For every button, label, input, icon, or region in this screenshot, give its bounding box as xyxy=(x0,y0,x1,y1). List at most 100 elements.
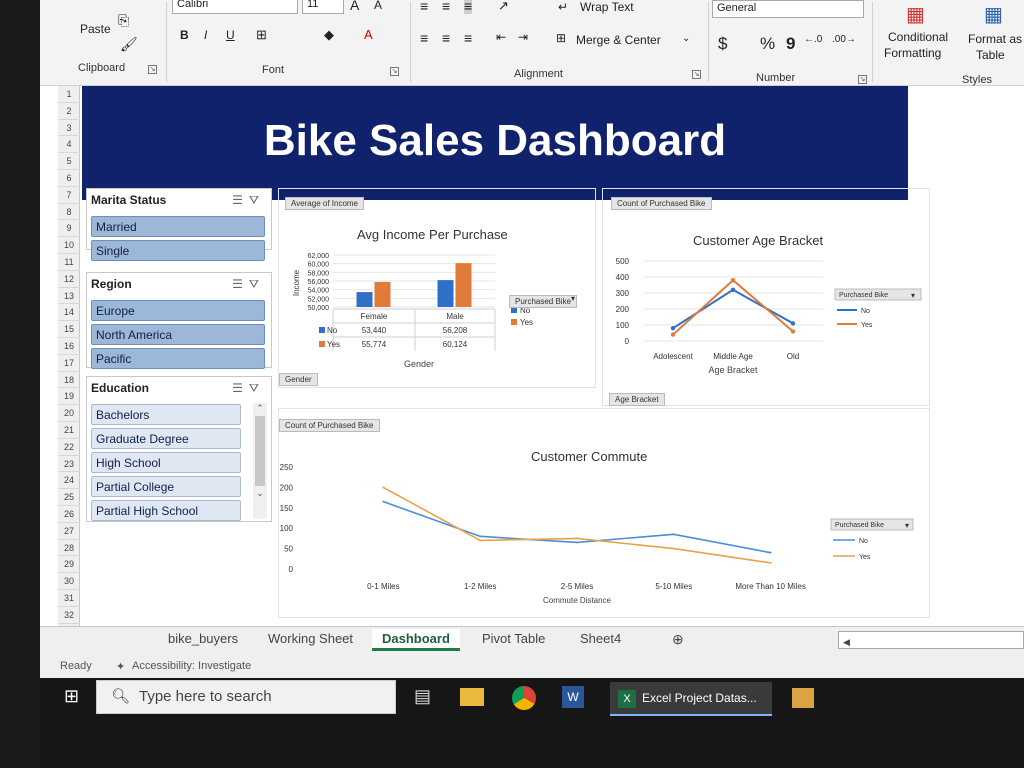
word-icon[interactable]: W xyxy=(562,686,584,708)
copy-icon[interactable]: ⎘ xyxy=(118,12,129,29)
row-header[interactable]: 32 xyxy=(58,607,80,624)
number-format-combo[interactable]: General xyxy=(712,0,864,18)
format-as-table-icon[interactable]: ▦ xyxy=(984,2,1003,27)
tab-working-sheet[interactable]: Working Sheet xyxy=(268,631,353,646)
wrap-text-icon[interactable]: ↵ xyxy=(558,0,568,14)
row-header[interactable]: 14 xyxy=(58,304,80,322)
add-sheet-icon[interactable]: ⊕ xyxy=(672,631,684,648)
legend-filter-button[interactable]: Purchased Bike xyxy=(509,295,578,308)
paste-button[interactable]: Paste xyxy=(80,22,111,36)
chart-avg-income[interactable]: Average of Income Avg Income Per Purchas… xyxy=(278,188,596,388)
tab-bike-buyers[interactable]: bike_buyers xyxy=(168,631,238,646)
percent-button[interactable]: % xyxy=(760,34,775,54)
chevron-down-icon[interactable]: ⌄ xyxy=(682,33,690,44)
row-header[interactable]: 17 xyxy=(58,355,80,372)
comma-button[interactable]: 9 xyxy=(786,34,795,54)
slicer-item-graduate-degree[interactable]: Graduate Degree xyxy=(91,428,241,449)
align-center-icon[interactable]: ≡ xyxy=(442,30,450,46)
slicer-item-high-school[interactable]: High School xyxy=(91,452,241,473)
row-header[interactable]: 24 xyxy=(58,472,80,490)
slicer-scrollbar[interactable]: ⌃ ⌄ xyxy=(253,403,267,519)
align-left-icon[interactable]: ≡ xyxy=(420,30,428,46)
row-header[interactable]: 20 xyxy=(58,405,80,422)
bold-button[interactable]: B xyxy=(180,28,189,42)
slicer-item-single[interactable]: Single xyxy=(91,240,265,261)
slicer-item-partial-high-school[interactable]: Partial High School xyxy=(91,500,241,521)
windows-start-icon[interactable]: ⊞ xyxy=(64,686,79,707)
currency-button[interactable]: $ xyxy=(718,34,727,54)
accessibility-status[interactable]: Accessibility: Investigate xyxy=(132,660,251,672)
row-header[interactable]: 18 xyxy=(58,372,80,389)
orientation-icon[interactable]: ↗ xyxy=(498,0,509,14)
alignment-launcher-icon[interactable]: ↘ xyxy=(692,70,701,79)
shrink-font-icon[interactable]: A xyxy=(374,0,382,12)
wrap-text-button[interactable]: Wrap Text xyxy=(580,0,634,14)
app-icon[interactable] xyxy=(792,688,814,708)
align-bottom-icon[interactable]: ≡ xyxy=(464,0,473,14)
file-explorer-icon[interactable] xyxy=(460,688,484,706)
italic-button[interactable]: I xyxy=(204,28,207,42)
row-header[interactable]: 22 xyxy=(58,439,80,456)
scroll-left-icon[interactable]: ◀ xyxy=(843,637,850,647)
conditional-formatting-button[interactable]: Conditional xyxy=(888,30,948,44)
slicer-item-north-america[interactable]: North America xyxy=(91,324,265,345)
decrease-indent-icon[interactable]: ⇤ xyxy=(496,30,506,44)
align-top-icon[interactable]: ≡ xyxy=(420,0,428,14)
chart-commute[interactable]: Count of Purchased Bike Customer Commute… xyxy=(278,408,930,618)
row-header[interactable]: 15 xyxy=(58,321,80,338)
row-header[interactable]: 21 xyxy=(58,422,80,439)
increase-decimal-icon[interactable]: ←.0 xyxy=(804,34,822,45)
font-color-icon[interactable]: A xyxy=(364,27,373,42)
chart-age-bracket[interactable]: Count of Purchased Bike Customer Age Bra… xyxy=(602,188,930,406)
chevron-up-icon[interactable]: ⌃ xyxy=(253,403,267,414)
underline-button[interactable]: U xyxy=(226,28,235,42)
row-header[interactable]: 3 xyxy=(58,120,80,137)
horizontal-scrollbar[interactable]: ◀ xyxy=(838,631,1024,649)
multi-select-icon[interactable]: ☰⛛ xyxy=(232,193,265,208)
increase-indent-icon[interactable]: ⇥ xyxy=(518,30,528,44)
decrease-decimal-icon[interactable]: .00→ xyxy=(832,34,856,45)
grow-font-icon[interactable]: A xyxy=(350,0,359,13)
format-as-table-button[interactable]: Format as xyxy=(968,32,1022,46)
row-header[interactable]: 27 xyxy=(58,523,80,540)
row-header[interactable]: 25 xyxy=(58,489,80,506)
row-header[interactable]: 26 xyxy=(58,506,80,523)
row-header[interactable]: 12 xyxy=(58,271,80,288)
font-size-combo[interactable]: 11 xyxy=(302,0,344,14)
row-header[interactable]: 16 xyxy=(58,338,80,355)
slicer-item-partial-college[interactable]: Partial College xyxy=(91,476,241,497)
align-middle-icon[interactable]: ≡ xyxy=(442,0,450,14)
row-header[interactable]: 11 xyxy=(58,254,80,271)
row-header[interactable]: 19 xyxy=(58,388,80,406)
fill-color-icon[interactable]: ◆ xyxy=(324,27,334,43)
merge-center-button[interactable]: Merge & Center xyxy=(576,33,661,47)
slicer-item-europe[interactable]: Europe xyxy=(91,300,265,321)
multi-select-icon[interactable]: ☰⛛ xyxy=(232,277,265,292)
row-header[interactable]: 4 xyxy=(58,136,80,154)
tab-sheet4[interactable]: Sheet4 xyxy=(580,631,621,646)
slicer-item-pacific[interactable]: Pacific xyxy=(91,348,265,369)
font-name-combo[interactable]: Calibri xyxy=(172,0,298,14)
font-launcher-icon[interactable]: ↘ xyxy=(390,67,399,76)
gender-filter-button[interactable]: Gender xyxy=(279,373,318,386)
merge-icon[interactable]: ⊞ xyxy=(556,31,566,45)
row-header[interactable]: 31 xyxy=(58,590,80,607)
row-header[interactable]: 30 xyxy=(58,573,80,590)
taskbar-search-input[interactable]: 🔍︎ Type here to search xyxy=(96,680,396,714)
row-header[interactable]: 6 xyxy=(58,170,80,187)
age-bracket-filter-button[interactable]: Age Bracket xyxy=(609,393,665,406)
tab-pivot-table[interactable]: Pivot Table xyxy=(482,631,545,646)
scrollbar-thumb[interactable] xyxy=(255,416,265,486)
row-header[interactable]: 9 xyxy=(58,220,80,238)
row-header[interactable]: 1 xyxy=(58,86,80,103)
format-painter-icon[interactable]: 🖌 xyxy=(120,36,138,53)
chevron-down-icon[interactable]: ⌄ xyxy=(253,488,267,499)
clipboard-launcher-icon[interactable]: ↘ xyxy=(148,65,157,74)
number-launcher-icon[interactable]: ↘ xyxy=(858,75,867,84)
row-header[interactable]: 5 xyxy=(58,153,80,170)
row-header[interactable]: 10 xyxy=(58,237,80,254)
multi-select-icon[interactable]: ☰⛛ xyxy=(232,381,265,396)
row-header[interactable]: 29 xyxy=(58,556,80,574)
task-view-icon[interactable]: ▤ xyxy=(414,686,431,707)
row-header[interactable]: 23 xyxy=(58,456,80,473)
